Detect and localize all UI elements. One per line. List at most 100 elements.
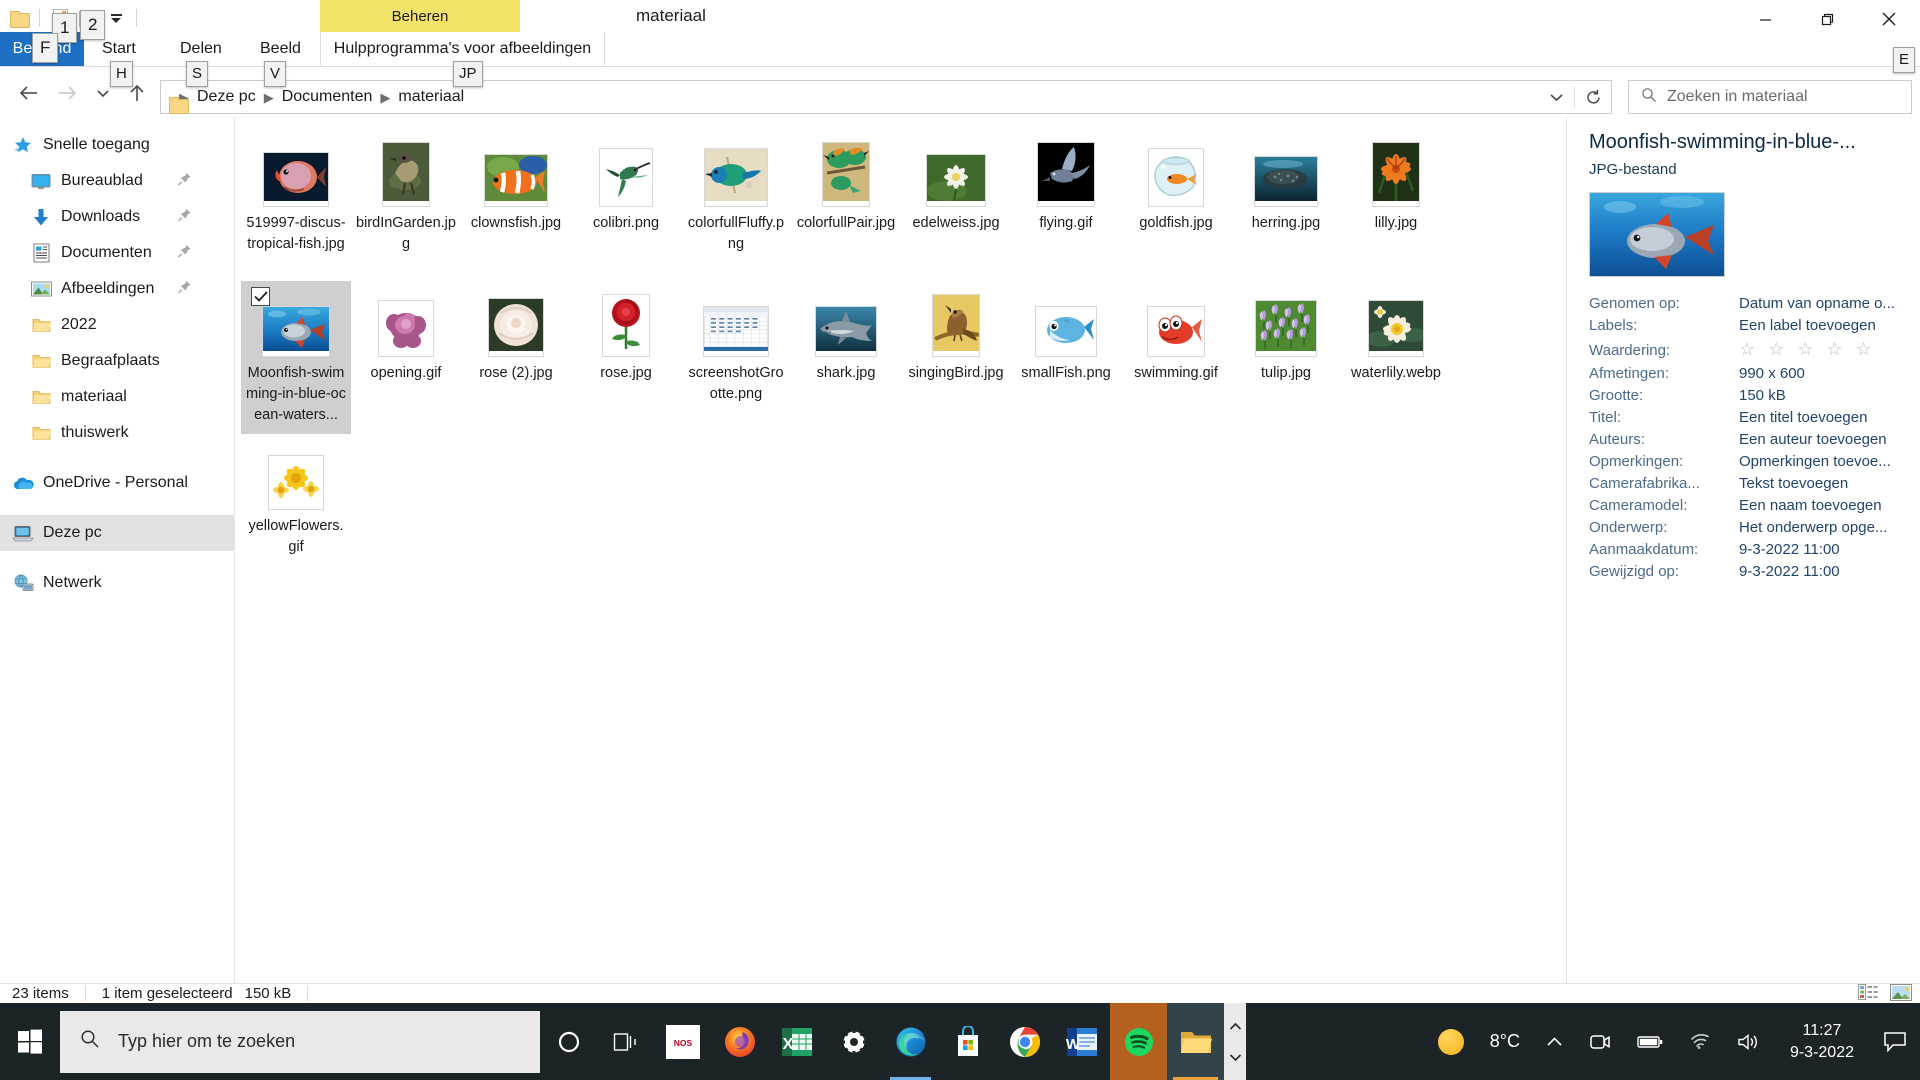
file-tile[interactable]: flying.gif <box>1011 131 1121 281</box>
file-tile[interactable]: lilly.jpg <box>1341 131 1451 281</box>
sidebar-item-deze-pc[interactable]: Deze pc <box>0 515 234 551</box>
large-icons-view-icon[interactable] <box>1890 983 1912 1005</box>
sidebar-item-begraafplaats[interactable]: Begraafplaats <box>0 343 234 379</box>
sidebar-item-materiaal[interactable]: materiaal <box>0 379 234 415</box>
sidebar-item-netwerk[interactable]: Netwerk <box>0 565 234 601</box>
sidebar-item-label: 2022 <box>61 316 97 333</box>
store-icon[interactable] <box>939 1003 996 1080</box>
wifi-icon[interactable] <box>1676 1003 1724 1080</box>
details-property-value[interactable]: 9-3-2022 11:00 <box>1739 563 1840 580</box>
edge-icon[interactable] <box>882 1003 939 1080</box>
file-tile[interactable]: rose (2).jpg <box>461 281 571 434</box>
file-tile[interactable]: shark.jpg <box>791 281 901 434</box>
file-tile[interactable]: rose.jpg <box>571 281 681 434</box>
sidebar-item-thuiswerk[interactable]: thuiswerk <box>0 415 234 451</box>
details-property-value[interactable]: Een naam toevoegen <box>1739 497 1882 514</box>
details-property-value[interactable]: Een auteur toevoegen <box>1739 431 1887 448</box>
rating-stars[interactable]: ☆ ☆ ☆ ☆ ☆ <box>1739 339 1876 360</box>
address-bar[interactable]: ▶ Deze pc ▶ Documenten ▶ materiaal <box>160 80 1612 114</box>
sidebar-item-onedrive-personal[interactable]: OneDrive - Personal <box>0 465 234 501</box>
speaker-icon[interactable] <box>1724 1003 1774 1080</box>
meet-now-icon[interactable] <box>1576 1003 1624 1080</box>
file-tile[interactable]: swimming.gif <box>1121 281 1231 434</box>
file-tile[interactable]: Moonfish-swimming-in-blue-ocean-waters..… <box>241 281 351 435</box>
breadcrumb-item-documenten[interactable]: Documenten <box>278 88 377 106</box>
details-property-value[interactable]: Een label toevoegen <box>1739 317 1876 334</box>
details-property-value[interactable]: Datum van opname o... <box>1739 295 1895 312</box>
file-thumbnail <box>703 287 769 357</box>
details-view-icon[interactable] <box>1858 984 1878 1004</box>
file-tile[interactable]: smallFish.png <box>1011 281 1121 434</box>
details-property-value[interactable]: 150 kB <box>1739 387 1786 404</box>
customize-quick-access-icon[interactable] <box>103 5 129 31</box>
sidebar-item-bureaublad[interactable]: Bureaublad <box>0 163 234 199</box>
tab-contextual-label: Hulpprogramma's voor afbeeldingen <box>333 39 592 57</box>
keytip-tab-contextual: JP <box>453 61 483 87</box>
file-tile[interactable]: waterlily.webp <box>1341 281 1451 434</box>
file-tile[interactable]: yellowFlowers.gif <box>241 434 351 584</box>
breadcrumb-item-deze-pc[interactable]: Deze pc <box>193 88 260 106</box>
sun-icon[interactable] <box>1425 1003 1477 1080</box>
file-tile[interactable]: birdInGarden.jpg <box>351 131 461 281</box>
file-tile[interactable]: opening.gif <box>351 281 461 434</box>
refresh-icon[interactable] <box>1575 81 1611 113</box>
settings-gear-icon[interactable] <box>825 1003 882 1080</box>
details-property-value[interactable]: Een titel toevoegen <box>1739 409 1867 426</box>
pin-icon[interactable] <box>177 280 192 299</box>
sidebar-item-downloads[interactable]: Downloads <box>0 199 234 235</box>
word-icon[interactable]: W <box>1053 1003 1110 1080</box>
details-property-value[interactable]: Het onderwerp opge... <box>1739 519 1887 536</box>
battery-icon[interactable] <box>1624 1003 1676 1080</box>
notifications-icon[interactable] <box>1870 1003 1920 1080</box>
details-preview-thumbnail <box>1589 192 1725 277</box>
breadcrumb-item-materiaal[interactable]: materiaal <box>394 88 468 106</box>
file-tile[interactable]: edelweiss.jpg <box>901 131 1011 281</box>
file-tile[interactable]: goldfish.jpg <box>1121 131 1231 281</box>
view-mode-buttons <box>1858 983 1912 1005</box>
file-tile[interactable]: herring.jpg <box>1231 131 1341 281</box>
file-thumbnail <box>1033 287 1099 357</box>
sidebar-item-2022[interactable]: 2022 <box>0 307 234 343</box>
chrome-icon[interactable] <box>996 1003 1053 1080</box>
firefox-icon[interactable] <box>711 1003 768 1080</box>
details-property-value[interactable]: 9-3-2022 11:00 <box>1739 541 1840 558</box>
file-tile[interactable]: singingBird.jpg <box>901 281 1011 434</box>
breadcrumb-chevron-icon-2[interactable]: ▶ <box>376 91 394 104</box>
back-arrow-icon[interactable] <box>14 78 44 108</box>
cortana-icon[interactable] <box>540 1003 597 1080</box>
sidebar-item-documenten[interactable]: Documenten <box>0 235 234 271</box>
weather-temperature[interactable]: 8°C <box>1477 1003 1533 1080</box>
file-tile[interactable]: 519997-discus-tropical-fish.jpg <box>241 131 351 281</box>
taskbar-clock[interactable]: 11:27 9-3-2022 <box>1774 1020 1870 1063</box>
details-property-value[interactable]: Tekst toevoegen <box>1739 475 1848 492</box>
sidebar-item-afbeeldingen[interactable]: Afbeeldingen <box>0 271 234 307</box>
file-explorer-icon[interactable] <box>1167 1003 1224 1080</box>
pin-icon[interactable] <box>177 244 192 263</box>
file-tile[interactable]: colorfullPair.jpg <box>791 131 901 281</box>
folder-icon[interactable] <box>6 5 32 31</box>
file-list-pane[interactable]: 519997-discus-tropical-fish.jpg birdInGar… <box>235 117 1566 983</box>
file-tile[interactable]: clownsfish.jpg <box>461 131 571 281</box>
file-tile[interactable]: tulip.jpg <box>1231 281 1341 434</box>
file-tile[interactable]: screenshotGrootte.png <box>681 281 791 434</box>
breadcrumb-chevron-icon-1[interactable]: ▶ <box>260 91 278 104</box>
spotify-icon[interactable] <box>1110 1003 1167 1080</box>
taskbar-scroll-buttons[interactable] <box>1224 1003 1246 1080</box>
file-tile[interactable]: colorfullFluffy.png <box>681 131 791 281</box>
pin-icon[interactable] <box>177 208 192 227</box>
chevron-up-icon[interactable] <box>1533 1003 1576 1080</box>
file-tile[interactable]: colibri.png <box>571 131 681 281</box>
pin-icon[interactable] <box>177 172 192 191</box>
windows-start-icon[interactable] <box>0 1003 60 1080</box>
sidebar-item-snelle-toegang[interactable]: Snelle toegang <box>0 127 234 163</box>
details-property-value[interactable]: 990 x 600 <box>1739 365 1805 382</box>
search-input[interactable]: Zoeken in materiaal <box>1628 80 1912 114</box>
details-property-value[interactable]: Opmerkingen toevoe... <box>1739 453 1891 470</box>
system-tray: 8°C 11:27 9-3-2022 <box>1425 1003 1920 1080</box>
excel-icon[interactable]: X <box>768 1003 825 1080</box>
nos-icon[interactable]: NOS <box>654 1003 711 1080</box>
file-checkbox[interactable] <box>251 287 270 306</box>
taskbar-search-input[interactable]: Typ hier om te zoeken <box>60 1010 540 1073</box>
chevron-down-icon[interactable] <box>1538 81 1574 113</box>
task-view-icon[interactable] <box>597 1003 654 1080</box>
